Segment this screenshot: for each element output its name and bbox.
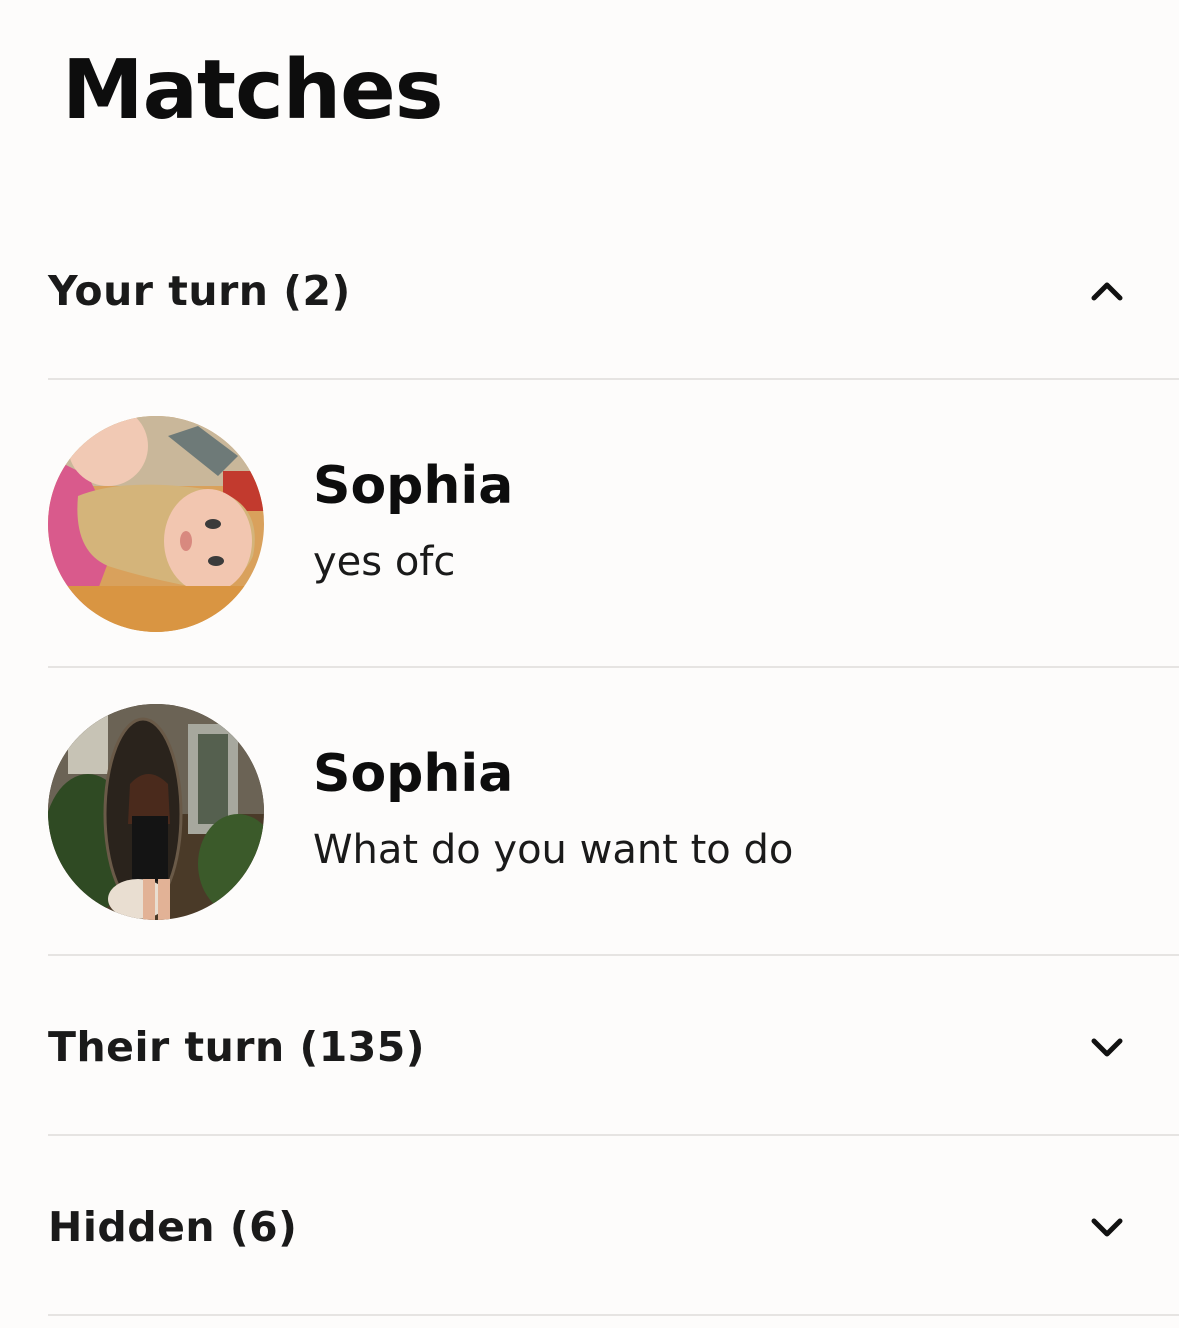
section-header-hidden[interactable]: Hidden (6) [48, 1198, 1179, 1256]
chevron-down-icon[interactable] [1087, 1207, 1127, 1247]
match-last-message: What do you want to do [313, 827, 794, 873]
page-title: Matches [62, 43, 444, 138]
divider [48, 666, 1179, 668]
section-label-hidden: Hidden (6) [48, 1203, 298, 1251]
section-label-your-turn: Your turn (2) [48, 267, 351, 315]
matches-screen: Matches Your turn (2) Sophia yes ofc Sop… [0, 0, 1179, 1328]
match-row[interactable]: Sophia yes ofc [48, 416, 1179, 632]
section-header-your-turn[interactable]: Your turn (2) [48, 262, 1179, 320]
chevron-up-icon[interactable] [1087, 271, 1127, 311]
match-name: Sophia [313, 456, 514, 516]
divider [48, 1134, 1179, 1136]
match-row[interactable]: Sophia What do you want to do [48, 704, 1179, 920]
chevron-down-icon[interactable] [1087, 1027, 1127, 1067]
match-name: Sophia [313, 744, 514, 804]
section-header-their-turn[interactable]: Their turn (135) [48, 1018, 1179, 1076]
divider [48, 378, 1179, 380]
divider [48, 954, 1179, 956]
match-last-message: yes ofc [313, 539, 456, 585]
divider [48, 1314, 1179, 1316]
avatar[interactable] [48, 416, 264, 632]
avatar[interactable] [48, 704, 264, 920]
section-label-their-turn: Their turn (135) [48, 1023, 426, 1071]
